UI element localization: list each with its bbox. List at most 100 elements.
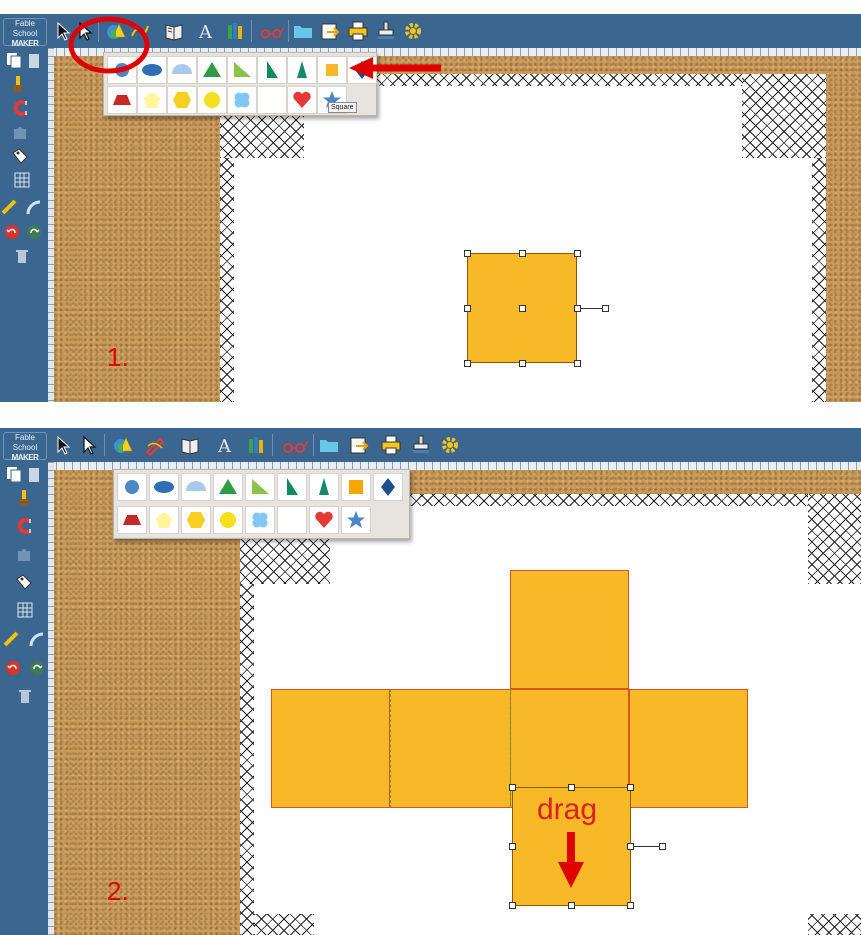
circle-shape-button[interactable]	[117, 473, 147, 501]
copy-icon[interactable]	[4, 50, 24, 70]
net-square-right[interactable]	[629, 689, 748, 808]
rotate-handle[interactable]	[659, 843, 666, 850]
pencil-icon[interactable]	[143, 433, 167, 457]
paste-icon[interactable]	[24, 464, 44, 484]
right-triangle-tall-shape-button[interactable]	[277, 473, 307, 501]
triangle-shape-button[interactable]	[197, 56, 227, 84]
net-square-left[interactable]	[271, 689, 390, 808]
half-circle-shape-button[interactable]	[181, 473, 211, 501]
crescent-shape-button[interactable]	[257, 86, 287, 114]
square-shape-button[interactable]	[341, 473, 371, 501]
tall-triangle-shape-button[interactable]	[309, 473, 339, 501]
resize-handle[interactable]	[568, 784, 575, 791]
cloud-shape-button[interactable]	[227, 86, 257, 114]
undo-icon[interactable]	[3, 658, 23, 678]
paint-brush-icon[interactable]	[14, 488, 34, 508]
right-triangle-shape-button[interactable]	[227, 56, 257, 84]
library-icon[interactable]	[245, 433, 269, 457]
pointer-arrow-icon[interactable]	[52, 433, 76, 457]
grid-icon[interactable]	[12, 170, 32, 190]
resize-handle[interactable]	[574, 250, 581, 257]
resize-handle[interactable]	[627, 843, 634, 850]
trapezoid-shape-button[interactable]	[117, 506, 147, 534]
export-icon[interactable]	[318, 19, 342, 43]
net-square-middle-left[interactable]	[390, 689, 510, 808]
redo-icon[interactable]	[24, 222, 44, 242]
resize-handle[interactable]	[464, 360, 471, 367]
octagon-shape-button[interactable]	[197, 86, 227, 114]
trash-icon[interactable]	[15, 686, 35, 706]
magnet-icon[interactable]	[10, 98, 30, 118]
ellipse-shape-button[interactable]	[149, 473, 179, 501]
crescent-shape-button[interactable]	[277, 506, 307, 534]
resize-handle[interactable]	[568, 902, 575, 909]
folder-icon[interactable]	[291, 19, 315, 43]
resize-handle[interactable]	[574, 360, 581, 367]
magnet-icon[interactable]	[14, 516, 34, 536]
pentagon-shape-button[interactable]	[137, 86, 167, 114]
book-icon[interactable]	[162, 19, 186, 43]
protractor-icon[interactable]	[24, 198, 44, 218]
glasses-icon[interactable]	[278, 433, 312, 457]
hexagon-shape-button[interactable]	[167, 86, 197, 114]
resize-handle[interactable]	[627, 784, 634, 791]
square-shape-button[interactable]	[317, 56, 347, 84]
trapezoid-shape-button[interactable]	[107, 86, 137, 114]
text-icon[interactable]: A	[194, 19, 218, 43]
toolbar-separator	[288, 20, 289, 42]
select-arrow-icon[interactable]	[78, 433, 102, 457]
resize-handle[interactable]	[464, 305, 471, 312]
triangle-shape-button[interactable]	[213, 473, 243, 501]
resize-handle[interactable]	[509, 784, 516, 791]
print-icon[interactable]	[346, 19, 370, 43]
right-triangle-tall-shape-button[interactable]	[257, 56, 287, 84]
ruler-icon[interactable]	[0, 198, 20, 218]
paint-brush-icon[interactable]	[8, 74, 28, 94]
resize-handle[interactable]	[509, 902, 516, 909]
diamond-shape-button[interactable]	[373, 473, 403, 501]
resize-handle[interactable]	[519, 360, 526, 367]
puzzle-icon[interactable]	[14, 544, 34, 564]
redo-icon[interactable]	[27, 658, 47, 678]
undo-icon[interactable]	[2, 222, 22, 242]
resize-handle[interactable]	[627, 902, 634, 909]
settings-gear-icon[interactable]	[438, 433, 462, 457]
octagon-shape-button[interactable]	[213, 506, 243, 534]
ruler-icon[interactable]	[2, 630, 22, 650]
resize-handle[interactable]	[574, 305, 581, 312]
folder-icon[interactable]	[317, 433, 341, 457]
grid-icon[interactable]	[15, 600, 35, 620]
stamp-icon[interactable]	[409, 433, 433, 457]
trash-icon[interactable]	[12, 246, 32, 266]
stamp-icon[interactable]	[374, 19, 398, 43]
tall-triangle-shape-button[interactable]	[287, 56, 317, 84]
copy-icon[interactable]	[4, 464, 24, 484]
center-handle[interactable]	[519, 305, 526, 312]
export-icon[interactable]	[347, 433, 371, 457]
pentagon-shape-button[interactable]	[149, 506, 179, 534]
resize-handle[interactable]	[464, 250, 471, 257]
star-shape-button[interactable]	[341, 506, 371, 534]
library-icon[interactable]	[224, 19, 248, 43]
heart-shape-button[interactable]	[287, 86, 317, 114]
paste-icon[interactable]	[24, 50, 44, 70]
settings-gear-icon[interactable]	[401, 19, 425, 43]
resize-handle[interactable]	[519, 250, 526, 257]
rotate-handle[interactable]	[602, 305, 609, 312]
hexagon-shape-button[interactable]	[181, 506, 211, 534]
tag-icon[interactable]	[10, 146, 30, 166]
tag-icon[interactable]	[14, 572, 34, 592]
resize-handle[interactable]	[509, 843, 516, 850]
heart-shape-button[interactable]	[309, 506, 339, 534]
net-square-top[interactable]	[510, 570, 629, 689]
right-triangle-shape-button[interactable]	[245, 473, 275, 501]
glasses-icon[interactable]	[257, 19, 287, 43]
book-icon[interactable]	[178, 433, 202, 457]
print-icon[interactable]	[379, 433, 403, 457]
cloud-shape-button[interactable]	[245, 506, 275, 534]
puzzle-icon[interactable]	[10, 122, 30, 142]
text-icon[interactable]: A	[213, 433, 237, 457]
protractor-icon[interactable]	[27, 630, 47, 650]
shapes-icon[interactable]	[111, 433, 135, 457]
half-circle-shape-button[interactable]	[167, 56, 197, 84]
